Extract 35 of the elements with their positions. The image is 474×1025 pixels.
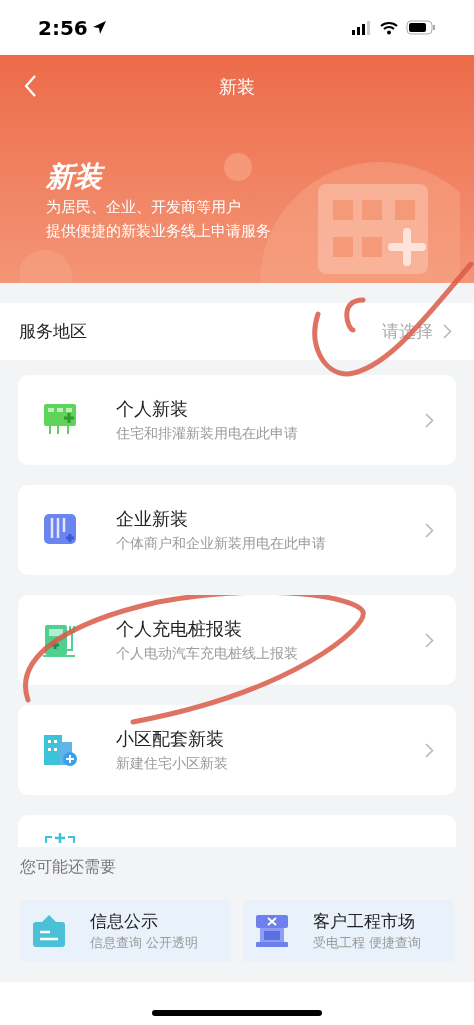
service-description: 个体商户和企业新装用电在此申请 xyxy=(116,534,327,553)
recommendation-description: 受电工程 便捷查询 xyxy=(313,934,422,952)
recommendation-description: 信息查询 公开透明 xyxy=(90,934,199,952)
service-title: 个人新装 xyxy=(116,397,189,421)
service-card[interactable]: 个人充电桩报装 个人电动汽车充电桩线上报装 xyxy=(18,595,456,685)
service-card[interactable]: 小区配套新装 新建住宅小区新装 xyxy=(18,705,456,795)
recommendation-title: 客户工程市场 xyxy=(313,910,416,933)
service-card[interactable]: 个人新装 住宅和排灌新装用电在此申请 xyxy=(18,375,456,465)
battery-icon xyxy=(406,20,436,35)
service-title: 企业新装 xyxy=(116,507,189,531)
location-arrow-icon xyxy=(91,20,107,35)
signal-icon xyxy=(352,20,372,35)
recommendation-card[interactable]: 信息公示 信息查询 公开透明 xyxy=(20,900,231,962)
page-title: 新装 xyxy=(219,74,255,99)
service-description: 住宅和排灌新装用电在此申请 xyxy=(116,424,299,443)
chevron-right-icon xyxy=(425,412,434,428)
recommendation-card[interactable]: 客户工程市场 受电工程 便捷查询 xyxy=(243,900,454,962)
hero-description: 提供便捷的新装业务线上申请服务 xyxy=(46,221,271,242)
service-title: 小区配套新装 xyxy=(116,727,225,751)
wifi-icon xyxy=(380,20,398,35)
service-description: 个人电动汽车充电桩线上报装 xyxy=(116,644,299,663)
recommendation-title: 信息公示 xyxy=(90,910,159,933)
shop-icon xyxy=(255,913,289,949)
status-time: 2:56 xyxy=(38,14,88,42)
hero-description: 为居民、企业、开发商等用户 xyxy=(46,197,241,218)
chevron-right-icon xyxy=(425,522,434,538)
service-title: 个人充电桩报装 xyxy=(116,617,243,641)
service-description: 新建住宅小区新装 xyxy=(116,754,229,773)
chevron-right-icon xyxy=(425,632,434,648)
notice-board-icon xyxy=(32,913,66,949)
back-icon xyxy=(23,74,37,98)
section-heading: 您可能还需要 xyxy=(20,856,117,878)
chevron-right-icon xyxy=(425,742,434,758)
service-card[interactable]: 企业新装 个体商户和企业新装用电在此申请 xyxy=(18,485,456,575)
chevron-right-icon xyxy=(443,324,452,339)
